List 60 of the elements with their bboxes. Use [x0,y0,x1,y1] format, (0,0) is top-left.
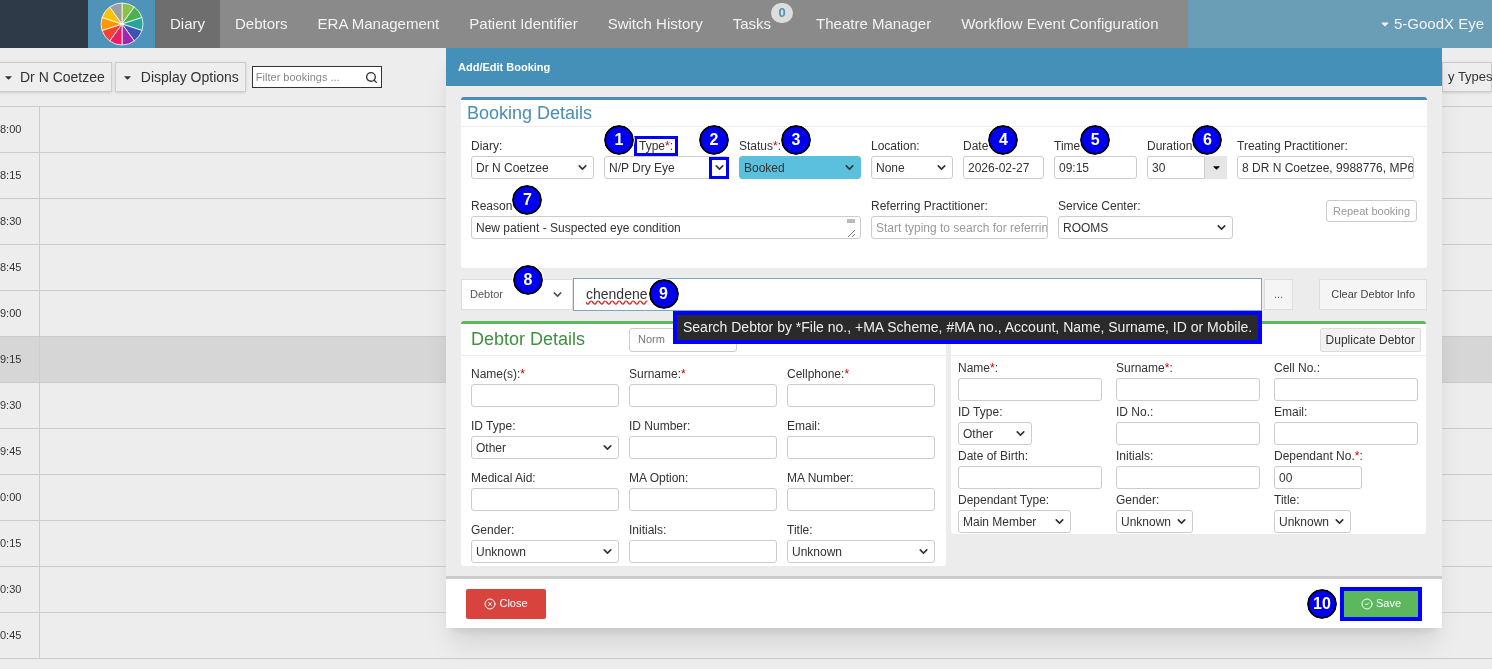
field-label: Service Center: [1058,198,1141,215]
time-label: 8:15 [0,168,22,184]
field-label: MA Number: [787,470,854,487]
step-marker: 2 [699,125,729,155]
field-label: Surname:* [629,366,686,383]
field-label: Treating Practitioner: [1237,138,1348,155]
time-label: 0:15 [0,536,22,552]
time-label: 8:00 [0,122,22,138]
step-marker: 6 [1192,125,1223,155]
time-label: 9:00 [0,306,22,322]
field-label: Initials: [1116,448,1154,465]
step-marker: 5 [1080,125,1111,155]
field-label: Referring Practitioner: [871,198,988,215]
field-label: Name*: [958,360,999,377]
time-label: 0:30 [0,582,22,598]
tooltip: Search Debtor by *File no., +MA Scheme, #MA no., Account, Name, Surname, ID or Mobile. [673,311,1263,344]
time-label: 8:30 [0,214,22,230]
field-label: Title: [1274,492,1300,509]
time-label: 9:45 [0,444,22,460]
field-label: ID Number: [629,418,691,435]
step-marker: 10 [1307,588,1337,619]
time-label: 9:30 [0,398,22,414]
time-label: 9:15 [0,352,22,368]
step-marker: 3 [781,125,812,155]
field-label: Dependant No.*: [1274,448,1363,465]
field-label: MA Option: [629,470,689,487]
count-badge: 0 [771,3,794,23]
step-marker: 4 [988,125,1019,155]
step-marker: 7 [512,185,543,215]
field-label: Gender: [1116,492,1160,509]
field-label: Cell No.: [1274,360,1320,377]
field-label: Surname*: [1116,360,1173,377]
field-label: ID No.: [1116,404,1154,421]
panel-heading: Booking Details [467,101,593,125]
field-label: Status*: [739,138,782,155]
field-label: Location: [871,138,920,155]
field-label: Date of Birth: [958,448,1029,465]
field-label: Initials: [629,522,667,539]
step-marker: 1 [604,125,634,155]
field-label: Time [1054,138,1081,155]
time-label: 8:45 [0,260,22,276]
field-label: Medical Aid: [471,470,536,487]
field-label: ID Type: [471,418,516,435]
field-label: Gender: [471,522,515,539]
field-label: ID Type: [958,404,1003,421]
time-label: 0:45 [0,628,22,644]
time-label: 0:00 [0,490,22,506]
panel-heading: Debtor Details [471,328,586,351]
field-label: Date [963,138,989,155]
field-label: Cellphone:* [787,366,850,383]
field-label: Duration [1147,138,1193,155]
field-label: Email: [1274,404,1308,421]
field-label: Dependant Type: [958,492,1050,509]
field-label: Email: [787,418,821,435]
dialog-title: Add/Edit Booking [458,59,551,75]
field-label: Title: [787,522,813,539]
field-label: Diary: [471,138,503,155]
step-marker: 9 [648,278,679,309]
field-label: Reason [471,198,513,215]
field-label: Name(s):* [471,366,525,383]
